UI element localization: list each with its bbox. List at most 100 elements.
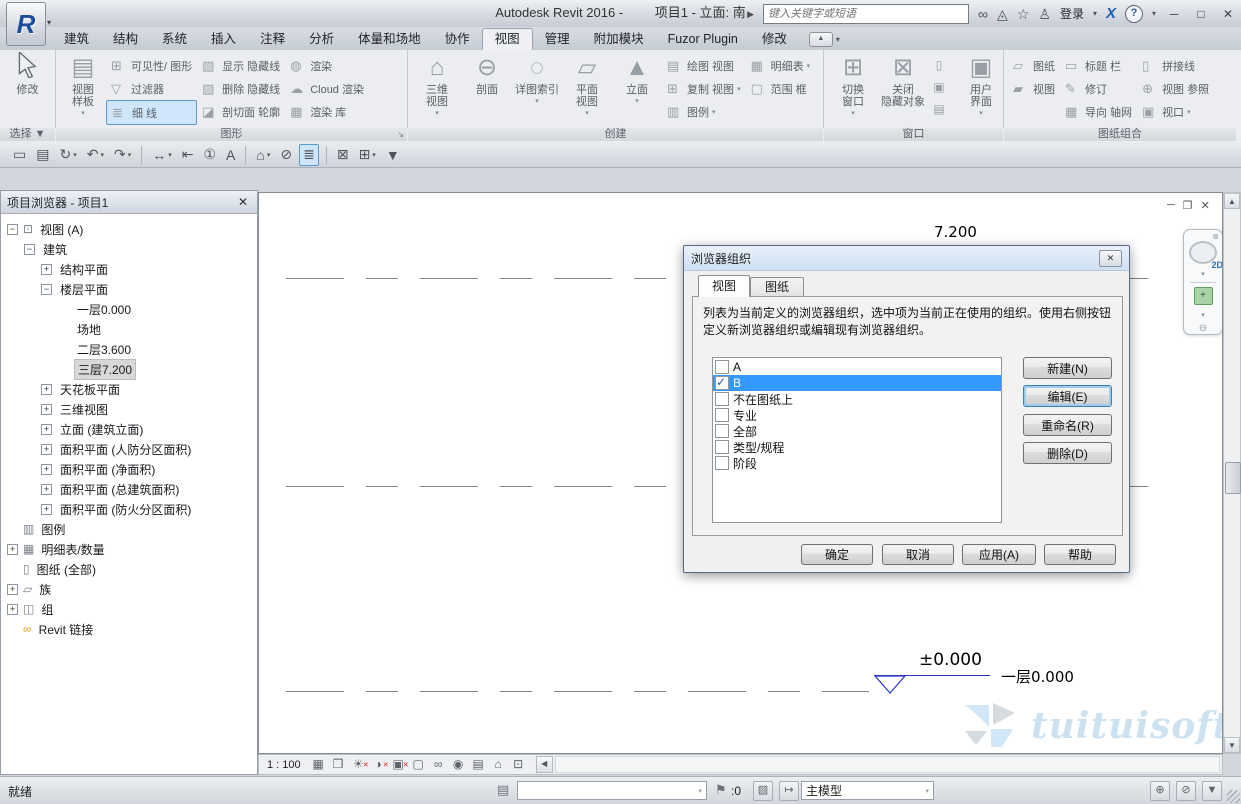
view-control-icon[interactable]: ⌂ (489, 756, 508, 773)
status-toggle-icon[interactable]: ⊕ (1150, 781, 1170, 801)
communication-center-icon[interactable]: ◬ (997, 1, 1008, 27)
steering-wheel-icon[interactable]: 2D (1189, 241, 1217, 264)
tree-expander-icon[interactable]: − (41, 284, 52, 295)
checkbox-icon[interactable] (715, 392, 729, 406)
ribbon-small-button[interactable]: ▱ 图纸 (1008, 54, 1060, 77)
ribbon-tab[interactable]: 插入 (199, 28, 248, 50)
signin-user-icon[interactable]: ♙ (1038, 1, 1051, 27)
tree-expander-icon[interactable]: + (41, 464, 52, 475)
ribbon-small-button[interactable]: ⊕ 视图 参照 (1137, 77, 1214, 100)
tree-item[interactable]: 一层0.000 (1, 299, 257, 319)
scroll-up-icon[interactable]: ▲ (1224, 193, 1240, 209)
view-control-icon[interactable]: ☀ (349, 756, 368, 773)
tree-expander-icon[interactable]: + (7, 584, 18, 595)
zoom-options-caret-icon[interactable]: ▾ (1201, 311, 1205, 319)
ribbon-small-button[interactable]: ▰ 视图 (1008, 77, 1060, 100)
qat-button[interactable]: ↻ ▾ (56, 145, 79, 165)
ribbon-tab[interactable]: 建筑 (52, 28, 101, 50)
ribbon-small-button[interactable]: ▯ 拼接线 (1137, 54, 1214, 77)
minimize-button[interactable]: ─ (1165, 7, 1183, 21)
ribbon-mini-button[interactable]: ▯ (930, 56, 948, 74)
scroll-left-icon[interactable]: ◀ (536, 756, 553, 773)
checkbox-icon[interactable] (715, 376, 729, 390)
ok-button[interactable]: 确定 (801, 544, 873, 565)
qat-button[interactable] (326, 146, 327, 164)
qat-button[interactable]: ⊘ (277, 145, 295, 165)
active-option-only-icon[interactable]: ↦ (779, 781, 799, 801)
organization-list-item[interactable]: 全部 (713, 423, 1001, 439)
qat-button[interactable]: ▤ (33, 145, 52, 165)
ribbon-small-button[interactable]: ◪ 剖切面 轮廓 (197, 100, 285, 123)
project-browser-close-icon[interactable]: ✕ (235, 195, 251, 209)
cancel-button[interactable]: 取消 (882, 544, 954, 565)
ribbon-small-button[interactable]: ▣ 视口 ▾ (1137, 100, 1214, 123)
tree-expander-icon[interactable]: + (41, 444, 52, 455)
dialog-launcher-icon[interactable]: ↘ (397, 128, 404, 141)
ribbon-small-button[interactable]: ◍ 渲染 (285, 54, 369, 77)
ribbon-big-button[interactable]: ▣ 用户 界面 ▾ (956, 52, 1006, 126)
ribbon-big-button[interactable]: ▤ 视图 样板 ▾ (60, 52, 106, 126)
new-button[interactable]: 新建(N) (1023, 357, 1112, 379)
view-control-icon[interactable]: ❒ (329, 756, 348, 773)
design-options-icon[interactable]: ▨ (753, 781, 773, 801)
ribbon-tab[interactable]: 附加模块 (582, 28, 656, 50)
tree-item[interactable]: − ⊡ 视图 (A) (1, 219, 257, 239)
dialog-tab-sheets[interactable]: 图纸 (750, 277, 804, 297)
resize-grip[interactable] (1227, 790, 1240, 803)
ribbon-small-button[interactable]: ▽ 过滤器 (106, 77, 197, 100)
ribbon-tab[interactable]: 分析 (297, 28, 346, 50)
tree-expander-icon[interactable]: − (7, 224, 18, 235)
checkbox-icon[interactable] (715, 440, 729, 454)
vertical-scroll-thumb[interactable] (1225, 462, 1241, 494)
signin-label[interactable]: 登录 (1060, 5, 1084, 22)
help-button[interactable]: 帮助 (1044, 544, 1116, 565)
tree-item[interactable]: + 天花板平面 (1, 379, 257, 399)
tree-item[interactable]: + 立面 (建筑立面) (1, 419, 257, 439)
tree-expander-icon[interactable]: + (7, 544, 18, 555)
ribbon-small-button[interactable]: ✎ 修订 (1060, 77, 1137, 100)
level-head-triangle-icon[interactable] (874, 675, 906, 695)
level-line[interactable] (286, 691, 869, 692)
ribbon-small-button[interactable]: ⊞ 复制 视图 ▾ (662, 77, 746, 100)
ribbon-small-button[interactable]: ▢ 范围 框 (746, 77, 816, 100)
tree-item[interactable]: + ▦ 明细表/数量 (1, 539, 257, 559)
organization-list[interactable]: A B 不在图纸上 专业 全部 (712, 357, 1002, 523)
tree-item[interactable]: + ▱ 族 (1, 579, 257, 599)
navbar-close-icon[interactable]: ⊗ (1212, 232, 1219, 241)
qat-button[interactable]: ⇤ (179, 145, 197, 165)
ribbon-small-button[interactable]: ▦ 明细表 ▾ (746, 54, 816, 77)
wheel-options-caret-icon[interactable]: ▾ (1201, 270, 1205, 278)
view-minimize-icon[interactable]: ─ (1167, 199, 1175, 212)
level-elevation-value[interactable]: ±0.000 (919, 650, 982, 670)
favorites-star-icon[interactable]: ☆ (1017, 1, 1030, 27)
tree-expander-icon[interactable]: − (24, 244, 35, 255)
checkbox-icon[interactable] (715, 408, 729, 422)
organization-list-item[interactable]: 不在图纸上 (713, 391, 1001, 407)
ribbon-tab[interactable]: 协作 (433, 28, 482, 50)
ribbon-big-button[interactable]: ▲ 立面 ▾ (612, 52, 662, 126)
qat-button[interactable]: ▭ (10, 145, 29, 165)
ribbon-big-button[interactable]: ⌂ 三维 视图 ▾ (412, 52, 462, 126)
ribbon-small-button[interactable]: ▥ 图例 ▾ (662, 100, 746, 123)
ribbon-mini-button[interactable]: ▤ (930, 100, 948, 118)
organization-list-item[interactable]: 专业 (713, 407, 1001, 423)
search-input[interactable] (763, 4, 969, 24)
tree-expander-icon[interactable]: + (41, 404, 52, 415)
tree-item[interactable]: + 面积平面 (防火分区面积) (1, 499, 257, 519)
ribbon-mini-button[interactable]: ▣ (930, 78, 948, 96)
qat-button[interactable]: ⊠ (334, 145, 352, 165)
view-control-icon[interactable]: ⊡ (509, 756, 528, 773)
ribbon-display-toggle-icon[interactable]: ▲ (809, 32, 833, 47)
ribbon-display-caret-icon[interactable]: ▾ (836, 35, 840, 44)
dialog-tab-views[interactable]: 视图 (698, 275, 750, 297)
workset-dropdown[interactable]: ▾ (517, 781, 707, 800)
qat-button[interactable] (245, 146, 246, 164)
signin-caret-icon[interactable]: ▾ (1093, 9, 1097, 18)
project-browser-titlebar[interactable]: 项目浏览器 - 项目1 ✕ (1, 191, 257, 214)
close-button[interactable]: ✕ (1219, 7, 1237, 21)
application-menu-caret-icon[interactable]: ▾ (47, 18, 51, 27)
tree-expander-icon[interactable]: + (41, 264, 52, 275)
view-scale-button[interactable]: 1 : 100 (259, 759, 309, 771)
rename-button[interactable]: 重命名(R) (1023, 414, 1112, 436)
help-icon[interactable]: ? (1125, 5, 1143, 23)
